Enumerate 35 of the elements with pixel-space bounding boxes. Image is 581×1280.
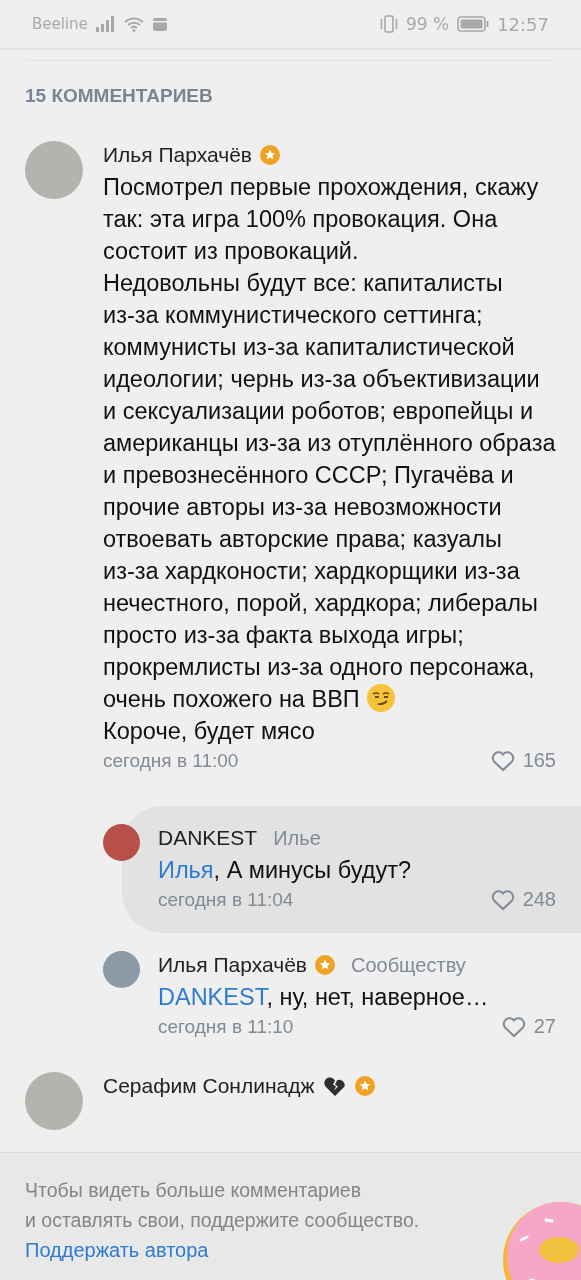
comment-text: Илья, А минусы будут?	[158, 856, 412, 885]
mention-link[interactable]: DANKEST	[158, 984, 267, 1010]
avatar[interactable]	[103, 824, 140, 861]
comment-text: Недовольны будут все: капиталисты из‑за коммунистического сеттинга; коммунисты из‑за капиталистической идеологии; чернь из‑за объективизации и сексуализации роботов; европейцы и американцы из‑за из отуплённого образа и превознесённого СССР; Пугачёва и прочие авторы из‑за невозможности отвоевать авторские права; казуалы из‑за хардконости; хардкорщики из‑за нечестного, порой, хардкора; либералы просто из‑за факта выхода игры; прокремлисты из‑за одного персонажа, очень похожего на ВВП	[103, 269, 556, 715]
carrier-name: Beeline	[32, 15, 88, 33]
signal-icon	[95, 16, 116, 32]
battery-icon	[457, 16, 490, 32]
comment-text: DANKEST, ну, нет, наверное…	[158, 983, 490, 1012]
reply-target: Сообществу	[350, 953, 466, 977]
avatar[interactable]	[103, 951, 140, 988]
battery-percent: 99 %	[405, 14, 450, 34]
author-name[interactable]: Серафим Сонлинадж	[103, 1074, 315, 1098]
notification-icon	[151, 16, 168, 32]
author-name[interactable]: DANKEST	[158, 826, 258, 850]
heart-icon	[490, 749, 515, 772]
comment-time: сегодня в 11:04	[158, 888, 294, 911]
clock-time: 12:57	[497, 13, 549, 35]
like-button[interactable]: 27	[501, 1015, 556, 1038]
heart-icon	[501, 1015, 526, 1038]
author-name[interactable]: Илья Пархачёв	[158, 953, 307, 977]
heart-icon	[490, 888, 515, 911]
comment-text: Посмотрел первые прохождения, скажу так: эта игра 100% провокация. Она состоит из провокаций.	[103, 173, 540, 266]
vibrate-icon	[379, 15, 398, 33]
mention-link[interactable]: Илья	[158, 857, 214, 883]
like-button[interactable]: 248	[490, 888, 556, 911]
comment-time: сегодня в 11:10	[158, 1015, 294, 1038]
reply-target: Илье	[273, 826, 321, 850]
like-button[interactable]: 165	[490, 749, 556, 772]
comment-time: сегодня в 11:00	[103, 749, 239, 772]
comments-count: 15 КОММЕНТАРИЕВ	[25, 85, 214, 107]
support-author-link[interactable]: Поддержать автора	[25, 1239, 209, 1261]
paywall-message: Чтобы видеть больше комментариев и оставлять свои, поддержите сообщество.	[25, 1178, 421, 1233]
wifi-icon	[123, 16, 144, 32]
author-name[interactable]: Илья Пархачёв	[103, 143, 252, 167]
comment-text: Короче, будет мясо	[103, 717, 316, 746]
